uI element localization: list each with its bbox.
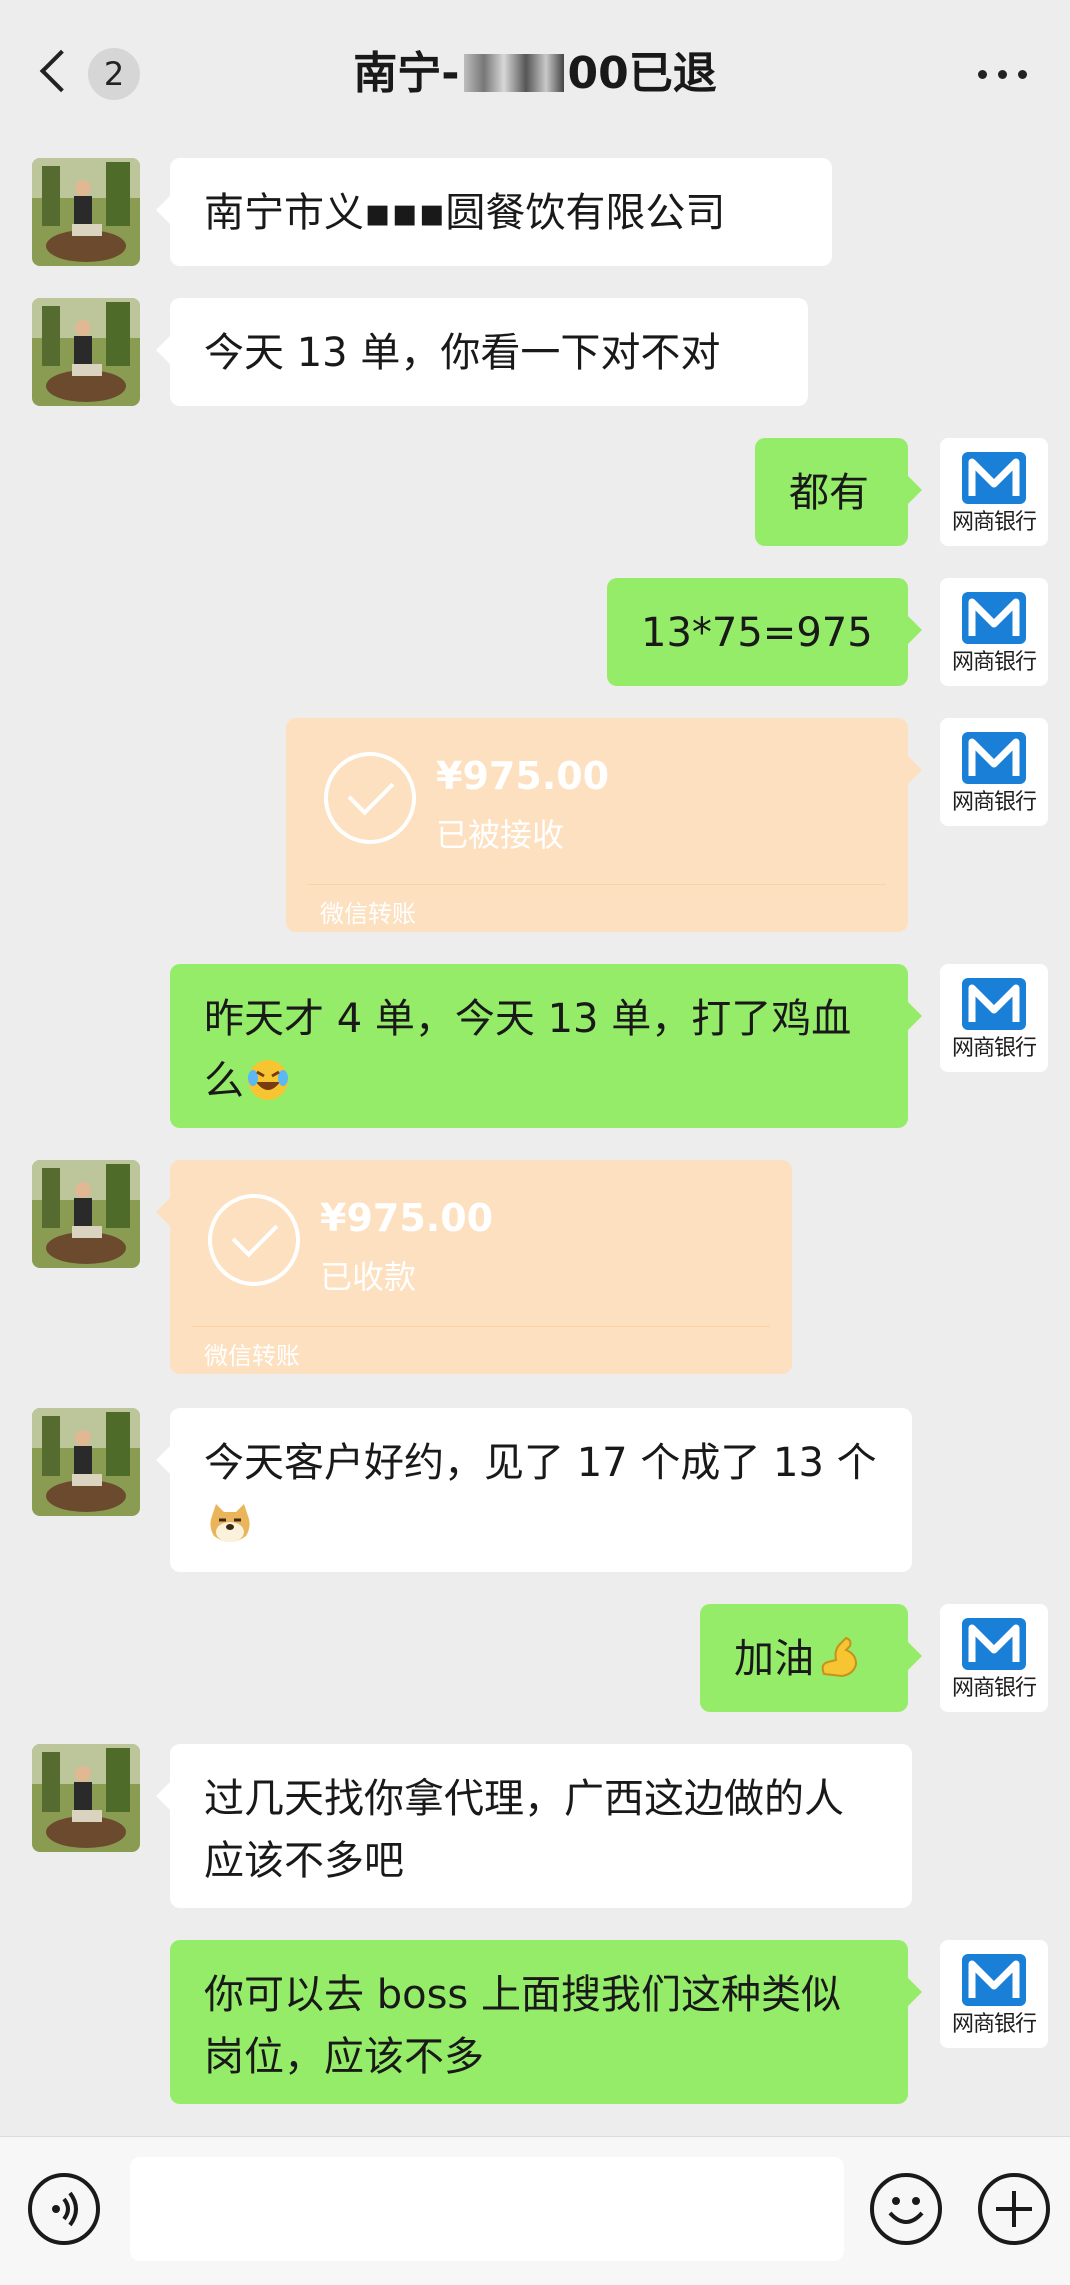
flexed-biceps-emoji-icon bbox=[821, 1636, 858, 1678]
transfer-amount: ¥975.00 bbox=[320, 1196, 494, 1240]
transfer-label: 微信转账 bbox=[204, 1342, 300, 1370]
my-avatar[interactable]: 网商银行 bbox=[940, 578, 1048, 686]
message-bubble-outgoing[interactable]: 加油 bbox=[700, 1604, 922, 1712]
bank-name-label: 网商银行 bbox=[951, 2012, 1037, 2037]
transfer-label: 微信转账 bbox=[320, 900, 416, 928]
transfer-status: 已被接收 bbox=[436, 816, 565, 854]
chat-title-suffix: 00已退 bbox=[567, 48, 717, 99]
check-circle-icon bbox=[324, 752, 416, 844]
message-bubble-incoming[interactable]: 过几天找你拿代理，广西这边做的人应该不多吧 bbox=[156, 1744, 912, 1908]
my-avatar[interactable]: 网商银行 bbox=[940, 1940, 1048, 2048]
chat-header: 2 南宁- 00已退 bbox=[0, 0, 1070, 150]
bank-logo-icon bbox=[962, 592, 1026, 644]
contact-avatar[interactable] bbox=[32, 298, 140, 406]
bank-name-label: 网商银行 bbox=[951, 650, 1037, 675]
transfer-divider bbox=[192, 1326, 770, 1327]
message-bubble-incoming[interactable]: 南宁市义▪▪▪圆餐饮有限公司 bbox=[156, 158, 832, 266]
check-circle-icon bbox=[208, 1194, 300, 1286]
message-bubble-outgoing[interactable]: 都有 bbox=[755, 438, 922, 546]
transfer-card-incoming[interactable]: ¥975.00 已收款 微信转账 bbox=[156, 1160, 792, 1374]
bank-logo-icon bbox=[962, 978, 1026, 1030]
contact-avatar[interactable] bbox=[32, 1408, 140, 1516]
laugh-cry-emoji-icon bbox=[248, 1060, 288, 1100]
contact-avatar[interactable] bbox=[32, 1744, 140, 1852]
chat-title: 南宁- 00已退 bbox=[0, 44, 1070, 104]
bank-logo-icon bbox=[962, 732, 1026, 784]
message-input[interactable] bbox=[130, 2157, 844, 2261]
bank-logo-icon bbox=[962, 1618, 1026, 1670]
transfer-divider bbox=[308, 884, 886, 885]
my-avatar[interactable]: 网商银行 bbox=[940, 964, 1048, 1072]
message-text: 今天客户好约，见了 17 个成了 13 个 bbox=[204, 1440, 877, 1486]
contact-avatar[interactable] bbox=[32, 158, 140, 266]
message-bubble-outgoing[interactable]: 13*75=975 bbox=[607, 578, 922, 686]
voice-input-button[interactable] bbox=[28, 2173, 100, 2245]
my-avatar[interactable]: 网商银行 bbox=[940, 1604, 1048, 1712]
message-bubble-incoming[interactable]: 今天 13 单，你看一下对不对 bbox=[156, 298, 808, 406]
input-bar bbox=[0, 2136, 1070, 2285]
more-options-icon[interactable] bbox=[978, 70, 1028, 80]
bank-logo-icon bbox=[962, 1954, 1026, 2006]
title-redaction-mask bbox=[463, 54, 564, 92]
message-text: 加油 bbox=[734, 1636, 814, 1682]
emoji-button[interactable] bbox=[870, 2173, 942, 2245]
transfer-card-outgoing[interactable]: ¥975.00 已被接收 微信转账 bbox=[286, 718, 922, 932]
my-avatar[interactable]: 网商银行 bbox=[940, 438, 1048, 546]
message-bubble-outgoing[interactable]: 昨天才 4 单，今天 13 单，打了鸡血么 bbox=[170, 964, 922, 1128]
bank-name-label: 网商银行 bbox=[951, 510, 1037, 535]
smiley-icon bbox=[888, 2197, 924, 2224]
bank-name-label: 网商银行 bbox=[951, 1036, 1037, 1061]
my-avatar[interactable]: 网商银行 bbox=[940, 718, 1048, 826]
transfer-amount: ¥975.00 bbox=[436, 754, 610, 798]
doge-emoji-icon bbox=[210, 1504, 250, 1542]
bank-name-label: 网商银行 bbox=[951, 790, 1037, 815]
contact-avatar[interactable] bbox=[32, 1160, 140, 1268]
bank-name-label: 网商银行 bbox=[951, 1676, 1037, 1701]
chat-title-prefix: 南宁- bbox=[353, 48, 460, 99]
voice-wave-icon bbox=[52, 2191, 78, 2227]
transfer-status: 已收款 bbox=[320, 1258, 417, 1296]
plus-icon bbox=[996, 2191, 1032, 2227]
message-bubble-outgoing[interactable]: 你可以去 boss 上面搜我们这种类似岗位，应该不多 bbox=[170, 1940, 922, 2104]
message-text: 昨天才 4 单，今天 13 单，打了鸡血么 bbox=[204, 996, 852, 1104]
more-functions-button[interactable] bbox=[978, 2173, 1050, 2245]
bank-logo-icon bbox=[962, 452, 1026, 504]
message-bubble-incoming[interactable]: 今天客户好约，见了 17 个成了 13 个 bbox=[156, 1408, 912, 1572]
